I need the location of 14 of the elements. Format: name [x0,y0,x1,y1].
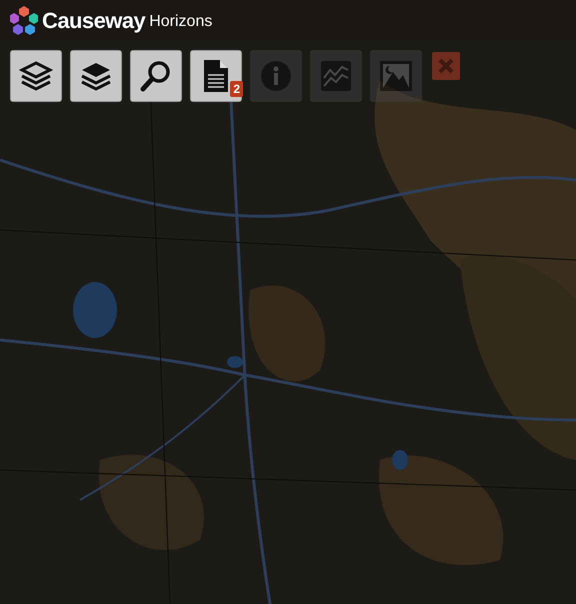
image-icon [379,60,413,92]
document-icon [203,59,229,93]
brand-name: Causeway [42,6,146,35]
brand-suffix: Horizons [149,12,212,32]
close-icon [437,57,455,75]
info-icon [260,60,292,92]
toolbar-button[interactable] [130,50,182,102]
toolbar-button[interactable] [70,50,122,102]
chart-icon [320,60,352,92]
count-badge: 2 [230,81,243,97]
toolbar-button[interactable]: 2 [190,50,242,102]
layers-icon [19,59,53,93]
logo-icon [10,5,38,35]
toolbar-button[interactable] [10,50,62,102]
